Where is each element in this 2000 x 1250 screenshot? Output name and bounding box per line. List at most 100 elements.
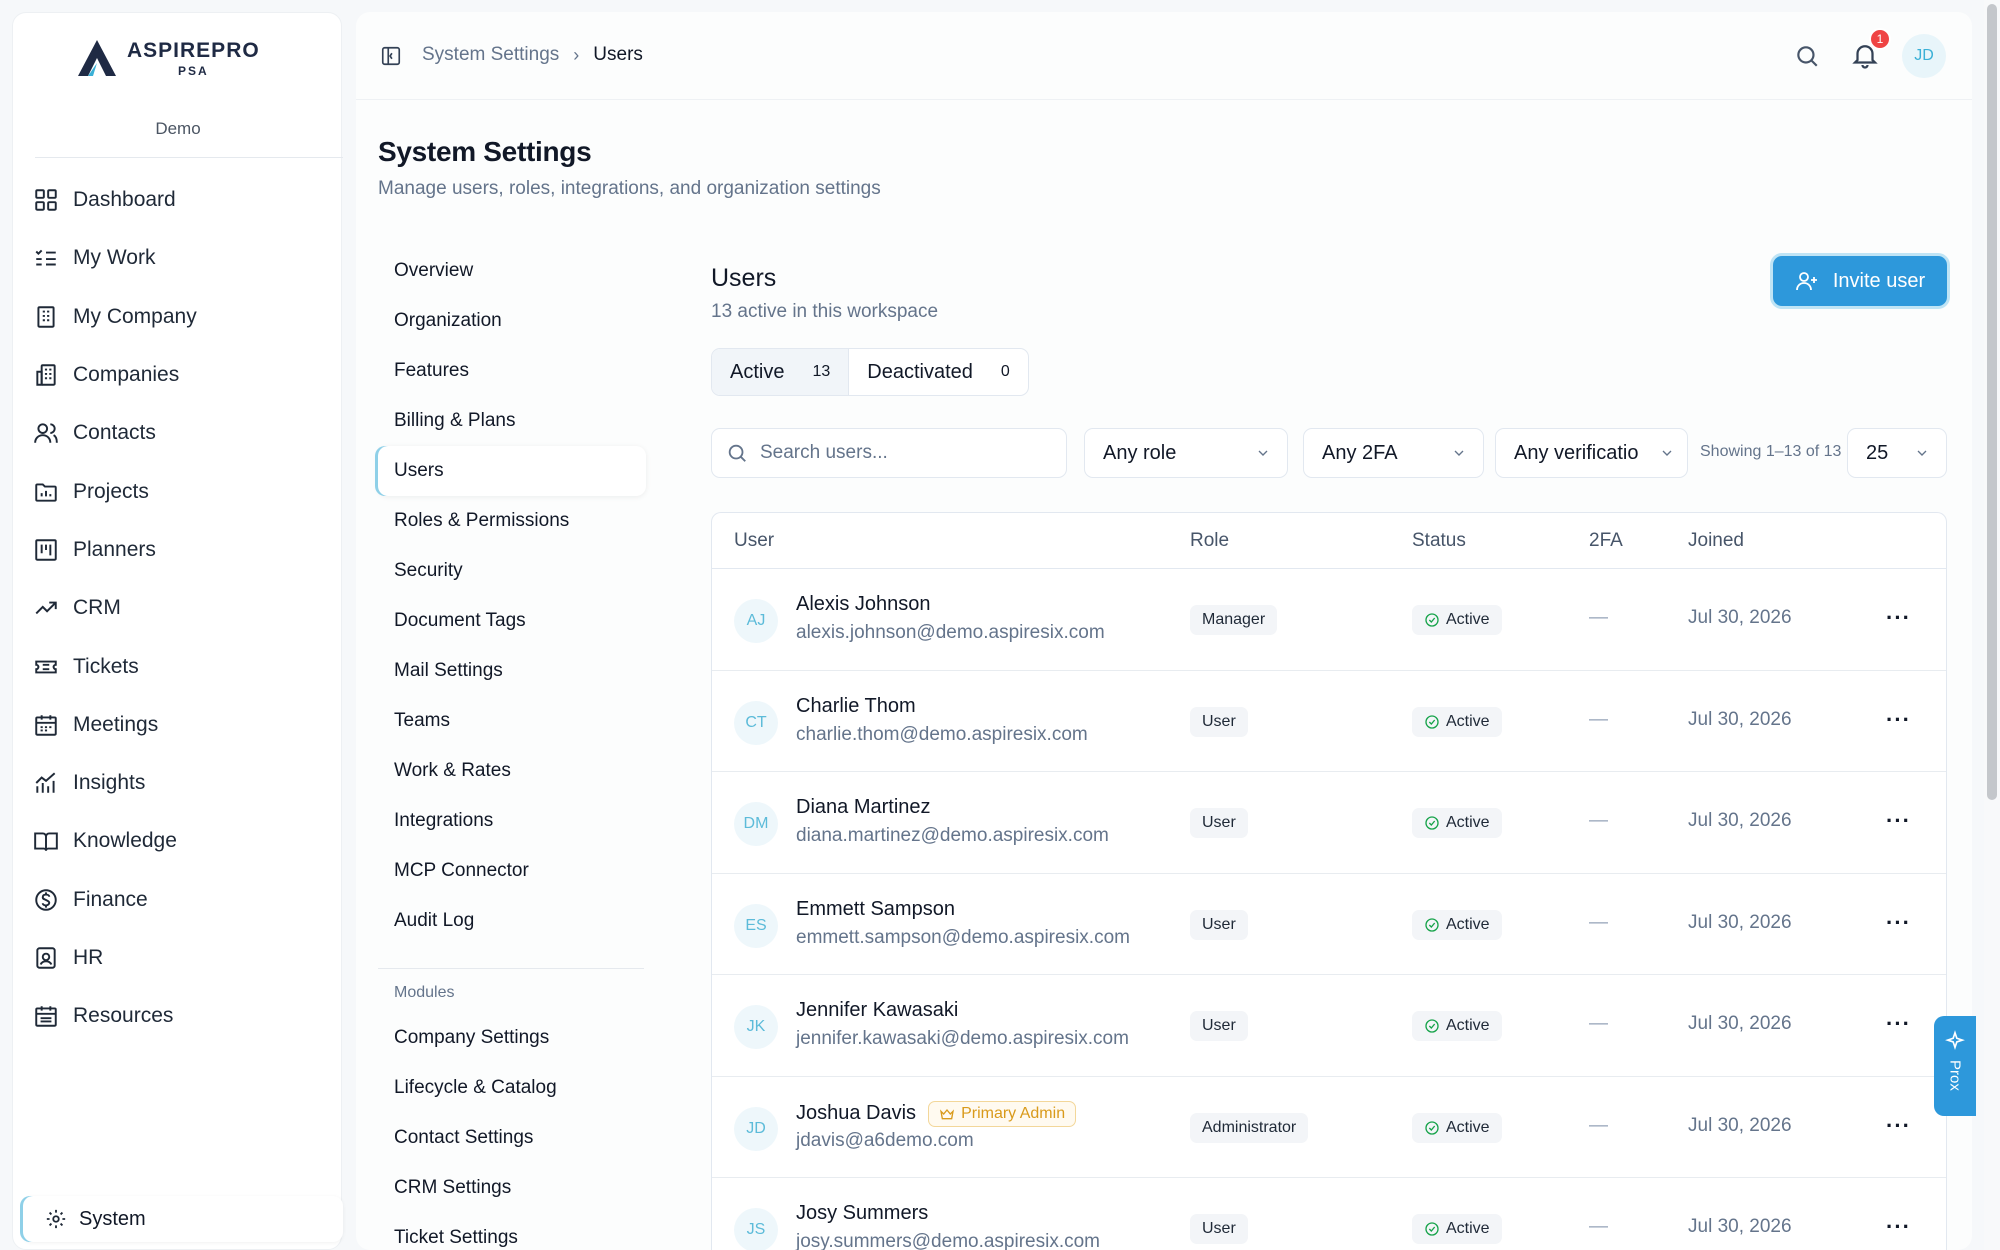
more-actions-icon[interactable]: ··· <box>1886 708 1911 731</box>
invite-user-button[interactable]: Invite user <box>1773 256 1947 306</box>
sidebar-item-resources[interactable]: Resources <box>33 987 333 1045</box>
more-actions-icon[interactable]: ··· <box>1886 911 1911 934</box>
sidebar-item-label: Knowledge <box>73 829 177 853</box>
role-badge: User <box>1190 706 1248 737</box>
sidebar-item-insights[interactable]: Insights <box>33 754 333 812</box>
sidebar-item-label: Tickets <box>73 654 139 678</box>
sidebar-item-contacts[interactable]: Contacts <box>33 404 333 462</box>
logo-text: ASPIREPRO PSA <box>127 40 260 77</box>
user-name-text: Diana Martinez <box>796 796 931 818</box>
settings-item-mcp-connector[interactable]: MCP Connector <box>378 846 646 896</box>
settings-item-features[interactable]: Features <box>378 346 646 396</box>
avatar: JS <box>734 1208 778 1250</box>
status-badge: Active <box>1412 605 1502 635</box>
settings-item-lifecycle-catalog[interactable]: Lifecycle & Catalog <box>378 1063 646 1113</box>
sidebar-item-crm[interactable]: CRM <box>33 579 333 637</box>
table-row[interactable]: JK Jennifer Kawasaki jennifer.kawasaki@d… <box>712 975 1946 1077</box>
user-name: Diana Martinez <box>796 796 931 819</box>
more-actions-icon[interactable]: ··· <box>1886 607 1911 629</box>
settings-item-audit-log[interactable]: Audit Log <box>378 896 646 946</box>
more-actions-icon[interactable]: ··· <box>1886 1216 1911 1238</box>
sidebar-item-finance[interactable]: Finance <box>33 871 333 929</box>
calendar-grid-icon <box>35 1006 57 1028</box>
sidebar: ASPIREPRO PSA Demo Dashboard My Work My … <box>12 12 343 1250</box>
book-icon <box>34 832 58 852</box>
users-table: User Role Status 2FA Joined AJ Alexis Jo… <box>711 512 1947 1250</box>
tab-deactivated[interactable]: Deactivated 0 <box>849 349 1028 395</box>
more-actions-icon[interactable]: ··· <box>1886 1114 1911 1137</box>
settings-item-crm-settings[interactable]: CRM Settings <box>378 1163 646 1213</box>
showing-count: Showing 1–13 of 13 <box>1700 443 1842 460</box>
settings-item-document-tags[interactable]: Document Tags <box>378 596 646 646</box>
user-avatar[interactable]: JD <box>1902 34 1946 78</box>
verification-filter-select[interactable]: Any verificatio <box>1495 428 1688 478</box>
column-header-user[interactable]: User <box>734 530 774 552</box>
assistant-tab[interactable]: Prox <box>1934 1016 1976 1116</box>
settings-item-integrations[interactable]: Integrations <box>378 796 646 846</box>
column-header-2fa[interactable]: 2FA <box>1589 530 1623 552</box>
sidebar-item-label: Companies <box>73 363 180 387</box>
sidebar-toggle-icon[interactable] <box>380 45 402 67</box>
sidebar-item-label: Contacts <box>73 421 156 445</box>
tab-count: 0 <box>1000 363 1010 380</box>
sidebar-item-my-company[interactable]: My Company <box>33 288 333 346</box>
settings-item-work-rates[interactable]: Work & Rates <box>378 746 646 796</box>
page-size-select[interactable]: 25 <box>1847 428 1947 478</box>
twofa-filter-select[interactable]: Any 2FA <box>1303 428 1484 478</box>
table-row[interactable]: DM Diana Martinez diana.martinez@demo.as… <box>712 772 1946 874</box>
chevron-down-icon <box>1258 450 1268 456</box>
tab-active[interactable]: Active 13 <box>712 349 850 395</box>
settings-item-ticket-settings[interactable]: Ticket Settings <box>378 1213 646 1250</box>
settings-item-roles[interactable]: Roles & Permissions <box>378 496 646 546</box>
sidebar-item-knowledge[interactable]: Knowledge <box>33 812 333 870</box>
user-email: jennifer.kawasaki@demo.aspiresix.com <box>796 1028 1129 1049</box>
status-text: Active <box>1446 915 1490 933</box>
sidebar-item-hr[interactable]: HR <box>33 929 333 987</box>
settings-item-mail-settings[interactable]: Mail Settings <box>378 646 646 696</box>
settings-item-overview[interactable]: Overview <box>378 246 646 296</box>
sidebar-item-planners[interactable]: Planners <box>33 521 333 579</box>
column-header-joined[interactable]: Joined <box>1688 530 1744 552</box>
settings-item-organization[interactable]: Organization <box>378 296 646 346</box>
twofa-value: — <box>1589 911 1608 933</box>
notification-badge: 1 <box>1869 28 1891 50</box>
search-field <box>711 428 1067 478</box>
role-filter-select[interactable]: Any role <box>1084 428 1288 478</box>
more-actions-icon[interactable]: ··· <box>1886 810 1911 832</box>
table-row[interactable]: JD Joshua Davis Primary Admin jdavis@a6d… <box>712 1077 1946 1178</box>
user-name: Josy Summers <box>796 1202 928 1225</box>
status-badge: Active <box>1412 909 1502 940</box>
bar-chart-icon <box>35 772 56 793</box>
brand-name: ASPIREPRO <box>127 38 260 62</box>
scrollbar-thumb[interactable] <box>1987 4 1997 800</box>
sidebar-item-projects[interactable]: Projects <box>33 462 333 520</box>
settings-item-contact-settings[interactable]: Contact Settings <box>378 1113 646 1163</box>
check-circle-icon <box>1425 1120 1439 1135</box>
column-header-status[interactable]: Status <box>1412 530 1466 552</box>
settings-item-security[interactable]: Security <box>378 546 646 596</box>
settings-item-users[interactable]: Users <box>378 446 646 496</box>
settings-item-teams[interactable]: Teams <box>378 696 646 746</box>
settings-item-company-settings[interactable]: Company Settings <box>378 1013 646 1063</box>
sidebar-item-meetings[interactable]: Meetings <box>33 696 333 754</box>
table-row[interactable]: ES Emmett Sampson emmett.sampson@demo.as… <box>712 874 1946 975</box>
column-header-role[interactable]: Role <box>1190 530 1229 552</box>
logo[interactable]: ASPIREPRO PSA <box>75 37 260 79</box>
search-users-input[interactable] <box>760 442 1040 464</box>
table-row[interactable]: CT Charlie Thom charlie.thom@demo.aspire… <box>712 671 1946 772</box>
sidebar-item-dashboard[interactable]: Dashboard <box>33 171 333 229</box>
table-row[interactable]: AJ Alexis Johnson alexis.johnson@demo.as… <box>712 569 1946 671</box>
sidebar-item-companies[interactable]: Companies <box>33 346 333 404</box>
more-actions-icon[interactable]: ··· <box>1886 1013 1911 1035</box>
user-name-text: Emmett Sampson <box>796 897 955 920</box>
status-badge: Active <box>1412 1112 1502 1143</box>
settings-item-billing[interactable]: Billing & Plans <box>378 396 646 446</box>
sidebar-item-tickets[interactable]: Tickets <box>33 637 333 695</box>
status-badge: Active <box>1412 1214 1502 1244</box>
breadcrumb-system-settings[interactable]: System Settings <box>422 44 559 66</box>
sidebar-item-my-work[interactable]: My Work <box>33 229 333 287</box>
search-icon[interactable] <box>1794 43 1820 69</box>
sidebar-item-system[interactable]: System <box>23 1196 343 1242</box>
table-row[interactable]: JS Josy Summers josy.summers@demo.aspire… <box>712 1178 1946 1250</box>
status-badge: Active <box>1412 808 1502 838</box>
